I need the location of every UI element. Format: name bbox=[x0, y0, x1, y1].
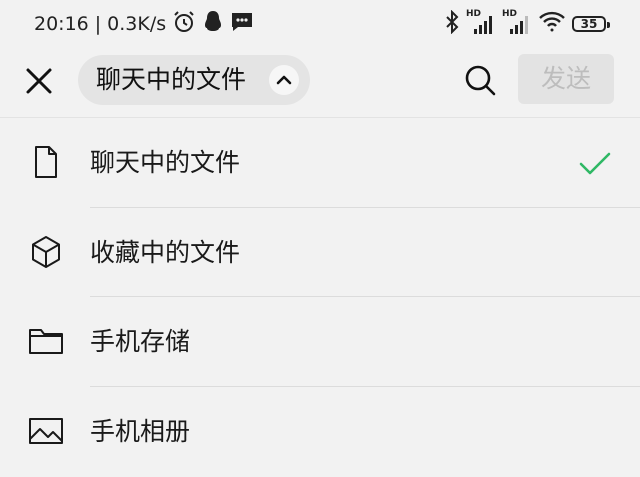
status-bar: 20:16 | 0.3K/s HD HD 35 bbox=[0, 0, 640, 48]
bluetooth-icon bbox=[444, 9, 460, 38]
search-icon bbox=[465, 65, 496, 96]
menu-item-label: 手机相册 bbox=[90, 416, 191, 446]
status-time: 20:16 bbox=[34, 13, 89, 35]
status-net-speed: 0.3K/s bbox=[107, 13, 167, 35]
cube-icon bbox=[28, 234, 64, 270]
menu-item-phone-storage[interactable]: 手机存储 bbox=[0, 297, 640, 387]
signal-hd-icon: HD bbox=[502, 9, 532, 36]
send-button[interactable]: 发送 bbox=[518, 54, 614, 104]
search-button[interactable] bbox=[462, 62, 498, 98]
file-source-dropdown[interactable]: 聊天中的文件 bbox=[78, 55, 310, 105]
document-icon bbox=[28, 144, 64, 180]
signal-hd-icon: HD bbox=[466, 9, 496, 36]
file-source-menu: 聊天中的文件 收藏中的文件 手机存储 手机相册 bbox=[0, 118, 640, 476]
menu-item-favorite-files[interactable]: 收藏中的文件 bbox=[0, 208, 640, 297]
image-icon bbox=[28, 413, 64, 449]
top-bar: 聊天中的文件 发送 bbox=[0, 48, 640, 114]
close-icon bbox=[26, 68, 52, 94]
alarm-icon bbox=[172, 10, 196, 39]
checkmark-icon bbox=[578, 146, 612, 180]
menu-item-label: 聊天中的文件 bbox=[90, 148, 241, 177]
status-bar-right: HD HD 35 bbox=[444, 9, 610, 38]
status-bar-left: 20:16 | 0.3K/s bbox=[34, 10, 254, 39]
menu-item-phone-album[interactable]: 手机相册 bbox=[0, 387, 640, 477]
qq-penguin-icon bbox=[202, 10, 224, 39]
close-button[interactable] bbox=[22, 64, 56, 98]
menu-item-chat-files[interactable]: 聊天中的文件 bbox=[0, 118, 640, 208]
battery-icon: 35 bbox=[572, 16, 610, 32]
menu-item-label: 收藏中的文件 bbox=[90, 237, 241, 267]
menu-item-label: 手机存储 bbox=[90, 327, 191, 356]
message-icon bbox=[230, 11, 254, 38]
battery-level: 35 bbox=[580, 17, 598, 31]
folder-icon bbox=[28, 323, 64, 359]
chevron-up-icon bbox=[269, 65, 299, 95]
wifi-icon bbox=[538, 11, 566, 37]
status-separator: | bbox=[94, 13, 102, 35]
dropdown-label: 聊天中的文件 bbox=[96, 65, 247, 94]
